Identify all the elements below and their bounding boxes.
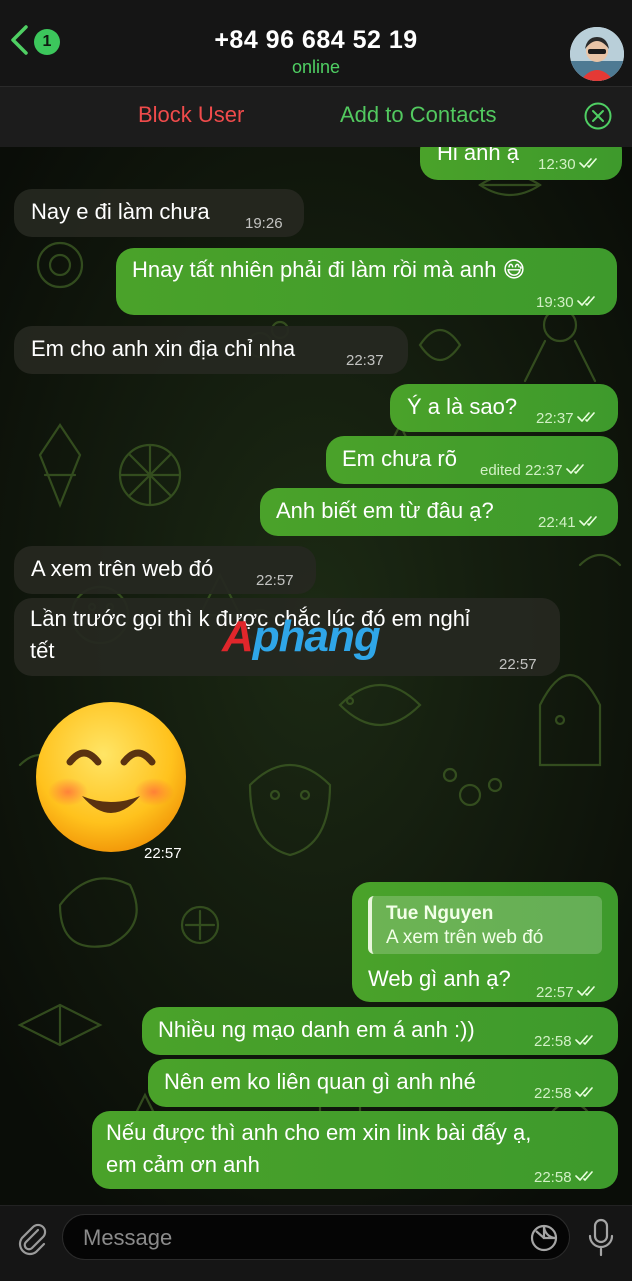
double-check-icon [578,150,601,180]
double-check-icon [574,1027,597,1057]
double-check-icon [576,404,599,434]
message-time: 19:30 [536,294,574,311]
chat-title[interactable]: +84 96 684 52 19 [0,26,632,55]
message-text: Nên em ko liên quan gì anh nhé [164,1069,476,1094]
reply-quote[interactable]: Tue Nguyen A xem trên web đó [368,896,602,954]
message-time: 22:57 [256,572,294,589]
microphone-icon [586,1218,616,1262]
message-text: Nhiều ng mạo danh em á anh :)) [158,1017,475,1042]
smiling-face-emoji[interactable] [34,700,188,854]
double-check-icon [578,508,601,538]
message-time: 22:58 [534,1085,572,1102]
message-text: A xem trên web đó [31,556,214,581]
online-status: online [291,57,341,77]
outgoing-message[interactable]: Anh biết em từ đâu ạ? 22:41 [260,488,618,536]
sticker-icon [529,1224,559,1257]
double-check-icon [574,1079,597,1109]
watermark-logo: Aphang [222,612,381,661]
add-to-contacts-button[interactable]: Add to Contacts [340,102,497,128]
message-text: Anh biết em từ đâu ạ? [276,498,494,523]
outgoing-message[interactable]: Hnay tất nhiên phải đi làm rồi mà anh 😅 … [116,248,617,315]
message-text: Web gì anh ạ? [368,966,511,991]
message-time: 22:37 [346,352,384,369]
message-time: 19:26 [245,215,283,232]
message-time: 22:57 [144,845,182,862]
message-text: Hnay tất nhiên phải đi làm rồi mà anh 😅 [132,257,526,282]
message-text-line: Nếu được thì anh cho em xin link bài đấy… [106,1120,532,1145]
message-time: 22:57 [499,656,537,673]
incoming-message[interactable]: Em cho anh xin địa chỉ nha 22:37 [14,326,408,374]
message-time: 22:41 [538,514,576,531]
chat-header: 1 +84 96 684 52 19 online [0,0,632,86]
close-bar-button[interactable] [583,101,613,136]
message-text-line: tết [30,638,55,663]
message-field[interactable] [62,1214,570,1261]
message-time: 22:37 [536,410,574,427]
incoming-message[interactable]: A xem trên web đó 22:57 [14,546,316,594]
double-check-icon [565,456,588,486]
message-text: Em cho anh xin địa chỉ nha [31,336,296,361]
message-text: Nay e đi làm chưa [31,199,210,224]
outgoing-message[interactable]: Nhiều ng mạo danh em á anh :)) 22:58 [142,1007,618,1055]
outgoing-message[interactable]: Ý a là sao? 22:37 [390,384,618,432]
double-check-icon [574,1163,597,1193]
message-time: 22:37 [525,462,563,479]
avatar[interactable] [570,27,624,81]
block-user-button[interactable]: Block User [138,102,244,128]
double-check-icon [576,978,599,1008]
double-check-icon [576,288,599,318]
message-time: 22:57 [536,984,574,1001]
outgoing-message[interactable]: Nếu được thì anh cho em xin link bài đấy… [92,1111,618,1189]
outgoing-message[interactable]: Em chưa rõ edited 22:37 [326,436,618,484]
voice-record-button[interactable] [586,1218,616,1263]
reply-snippet: A xem trên web đó [386,927,544,948]
incoming-message[interactable]: Nay e đi làm chưa 19:26 [14,189,304,237]
close-circle-icon [583,102,613,135]
message-input-bar [0,1205,632,1281]
message-time: 22:58 [534,1033,572,1050]
message-input[interactable] [81,1215,515,1261]
outgoing-reply-message[interactable]: Tue Nguyen A xem trên web đó Web gì anh … [352,882,618,1002]
message-text-line: em cảm ơn anh [106,1152,260,1177]
message-text: Em chưa rõ [342,446,457,471]
stranger-action-bar: Block User Add to Contacts [0,86,632,147]
sticker-button[interactable] [529,1223,559,1258]
message-time: 22:58 [534,1169,572,1186]
message-text: Ý a là sao? [407,394,518,419]
message-time: 12:30 [538,156,576,173]
attach-button[interactable] [14,1220,50,1261]
edited-label: edited [480,462,521,479]
outgoing-message[interactable]: Nên em ko liên quan gì anh nhé 22:58 [148,1059,618,1107]
reply-author: Tue Nguyen [386,903,494,924]
attach-paperclip-icon [14,1223,50,1260]
